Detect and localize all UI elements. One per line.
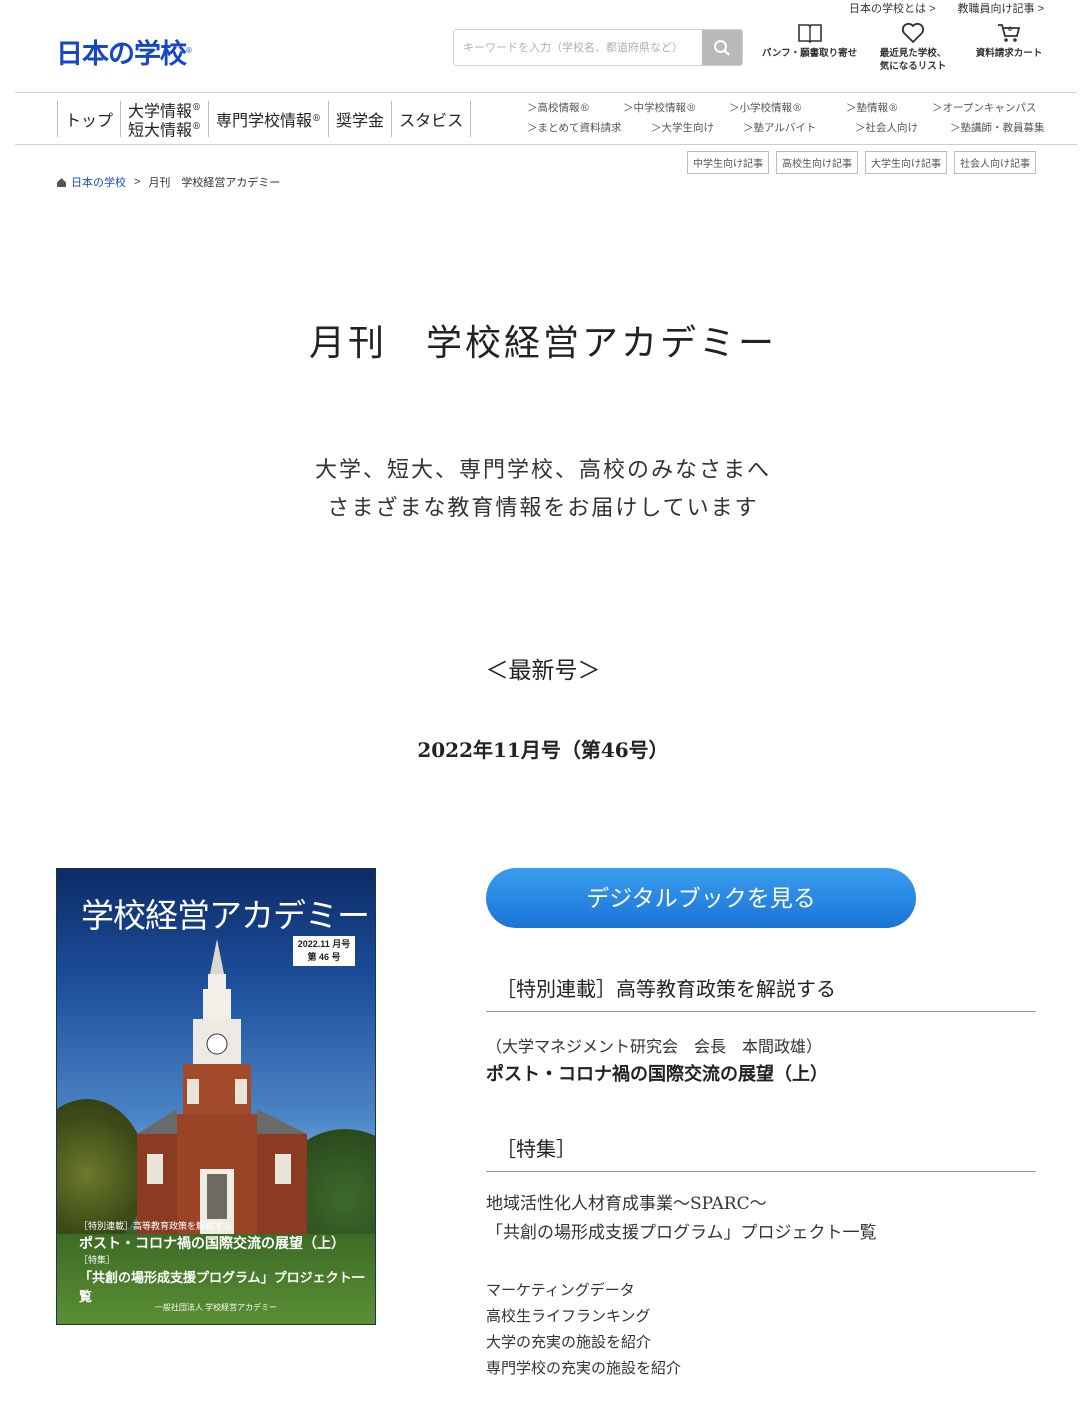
cover-title: 学校経営アカデミー [81,896,370,935]
breadcrumb-separator: > [134,176,141,188]
subnav-high-school[interactable]: ＞高校情報® [527,98,623,118]
breadcrumb-home[interactable]: 日本の学校 [71,174,126,190]
feature-body: 地域活性化人材育成事業～SPARC～ 「共創の場形成支援プログラム」プロジェクト… [486,1190,1036,1248]
more-list: マーケティングデータ 高校生ライフランキング 大学の充実の施設を紹介 専門学校の… [486,1277,681,1381]
cover-line-1: ［特別連載］高等教育政策を解説する [79,1221,233,1231]
nav-scholarship[interactable]: 奨学金 [328,101,391,137]
subnav-cram-school[interactable]: ＞塾情報® [846,98,932,118]
cover-badge-number: 第 46 号 [307,952,341,962]
cover-publisher: 一般社団法人 学校経営アカデミー [154,1303,278,1312]
feature-heading: ［特集］ [486,1133,1036,1172]
nav-top-label: トップ [65,111,114,130]
reg-mark: ® [192,122,202,132]
list-item-marketing: マーケティングデータ [486,1281,635,1299]
latest-heading: ＜最新号＞ [485,658,601,684]
cart-button[interactable]: 0 資料請求カート [959,22,1059,74]
cover-issue-badge: 2022.11 月号 第 46 号 [293,936,355,966]
nav-stabis-label: スタビス [399,111,464,130]
subnav-elementary[interactable]: ＞小学校情報® [729,98,846,118]
nav-university-label: 大学情報® [128,100,201,119]
nav-vocational-label: 専門学校情報 [216,111,313,130]
special-series-section: ［特別連載］高等教育政策を解説する （大学マネジメント研究会 会長 本間政雄） … [486,973,1036,1088]
special-series-author: （大学マネジメント研究会 会長 本間政雄） [486,1037,823,1056]
cover-badge-date: 2022.11 月号 [297,939,351,949]
cart-label: 資料請求カート [975,48,1043,59]
link-about[interactable]: 日本の学校とは > [849,0,935,16]
main-nav: トップ 大学情報® 短大情報® 専門学校情報 ® 奨学金 スタビス [57,100,472,138]
nav-vocational[interactable]: 専門学校情報 ® [208,101,328,137]
breadcrumb: 日本の学校 > 月刊 学校経営アカデミー [56,174,280,190]
nav-stabis[interactable]: スタビス [391,101,472,137]
subnav-cram-job[interactable]: ＞塾アルバイト [743,118,855,138]
link-staff-articles[interactable]: 教職員向け記事 > [958,0,1044,16]
reg-mark: ® [312,114,322,124]
tag-university[interactable]: 大学生向け記事 [865,151,947,174]
search-input[interactable] [454,30,702,65]
header-icons: パンフ・願書取り寄せ 最近見た学校、 気になるリスト 0 資料請求カート [752,22,1059,74]
sub-nav: ＞高校情報® ＞中学校情報® ＞小学校情報® ＞塾情報® ＞オープンキャンパス … [527,98,1045,138]
nav-scholarship-label: 奨学金 [336,111,385,130]
logo-mark: ® [186,46,192,55]
nav-univ-text: 大学情報 [128,101,193,120]
nav-university[interactable]: 大学情報® 短大情報® [120,100,208,138]
tag-high-school[interactable]: 高校生向け記事 [776,151,858,174]
site-logo[interactable]: 日本の学校® [56,32,192,71]
recent-list-button[interactable]: 最近見た学校、 気になるリスト [867,22,959,74]
nav-jc-text: 短大情報 [128,120,193,140]
list-item-ranking: 高校生ライフランキング [486,1307,651,1325]
lead-line-2: さまざまな教育情報をお届けしています [327,496,759,521]
heart-icon [901,22,925,44]
search-icon [714,39,730,56]
breadcrumb-current: 月刊 学校経営アカデミー [148,177,281,189]
reg-mark: ® [192,102,202,113]
tag-adults[interactable]: 社会人向け記事 [954,151,1036,174]
subnav-junior-high[interactable]: ＞中学校情報® [623,98,729,118]
subnav-bulk-request[interactable]: ＞まとめて資料請求 [527,118,651,138]
cover-line-2: ポスト・コロナ禍の国際交流の展望（上） [79,1235,345,1251]
main-navbar: トップ 大学情報® 短大情報® 専門学校情報 ® 奨学金 スタビス ＞高校情報® … [15,92,1077,145]
feature-line-2: 「共創の場形成支援プログラム」プロジェクト一覧 [486,1223,877,1243]
pamphlet-label: パンフ・願書取り寄せ [761,48,858,59]
subnav-open-campus[interactable]: ＞オープンキャンパス [932,98,1036,118]
article-tags: 中学生向け記事 高校生向け記事 大学生向け記事 社会人向け記事 [687,151,1036,174]
cover-line-4: 「共創の場形成支援プログラム」プロジェクト一覧 [79,1270,365,1304]
sub-nav-row-2: ＞まとめて資料請求 ＞大学生向け ＞塾アルバイト ＞社会人向け ＞塾講師・教員募… [527,118,1045,138]
logo-text: 日本の学校 [56,39,187,69]
search-button[interactable] [702,30,742,65]
recent-label-2: 気になるリスト [879,60,947,72]
digital-book-button[interactable]: デジタルブックを見る [486,868,916,928]
special-series-title: ポスト・コロナ禍の国際交流の展望（上） [486,1064,828,1085]
nav-junior-college-label: 短大情報® [128,119,201,138]
magazine-cover[interactable]: 学校経営アカデミー 2022.11 月号 第 46 号 ［特別連載］高等教育政策… [56,868,376,1325]
book-icon [797,24,822,44]
special-series-heading: ［特別連載］高等教育政策を解説する [486,973,1036,1012]
list-item-vocational-facilities: 専門学校の充実の施設を紹介 [486,1359,682,1377]
subnav-teacher-recruit[interactable]: ＞塾講師・教員募集 [950,118,1045,138]
sub-nav-row-1: ＞高校情報® ＞中学校情報® ＞小学校情報® ＞塾情報® ＞オープンキャンパス [527,98,1045,118]
tag-junior-high[interactable]: 中学生向け記事 [687,151,769,174]
search-bar [453,29,743,66]
utility-links: 日本の学校とは > 教職員向け記事 > [849,0,1044,16]
page-lead: 大学、短大、専門学校、高校のみなさまへ さまざまな教育情報をお届けしています [0,452,1086,528]
page-title: 月刊 学校経営アカデミー [308,323,777,364]
feature-section: ［特集］ 地域活性化人材育成事業～SPARC～ 「共創の場形成支援プログラム」プ… [486,1133,1036,1248]
lead-line-1: 大学、短大、専門学校、高校のみなさまへ [314,458,771,483]
home-icon [57,177,66,187]
subnav-university-students[interactable]: ＞大学生向け [651,118,743,138]
issue-label: 2022年11月号（第46号） [417,738,669,762]
cover-line-3: ［特集］ [79,1255,116,1265]
nav-top[interactable]: トップ [57,101,120,137]
recent-label-1: 最近見た学校、 [879,48,947,59]
feature-line-1: 地域活性化人材育成事業～SPARC～ [486,1194,767,1214]
cart-icon: 0 [998,24,1021,42]
list-item-university-facilities: 大学の充実の施設を紹介 [486,1333,652,1351]
svg-text:0: 0 [1008,26,1012,33]
subnav-working-adults[interactable]: ＞社会人向け [855,118,950,138]
pamphlet-button[interactable]: パンフ・願書取り寄せ [752,22,867,74]
